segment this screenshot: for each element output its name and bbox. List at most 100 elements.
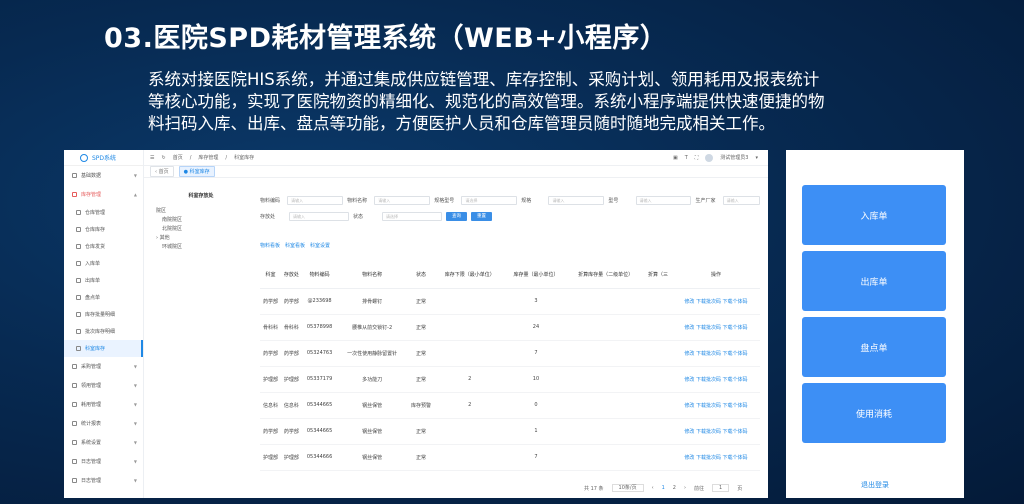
table-cell: 正常 xyxy=(407,340,435,367)
column-header: 存放处 xyxy=(280,262,302,289)
menu-label: 批次库存明细 xyxy=(85,329,116,335)
goto-input[interactable]: 1 xyxy=(712,484,730,492)
menu-logs-2[interactable]: 日志管理 ▼ xyxy=(64,471,143,490)
filter-label: 物料名称 xyxy=(347,197,368,204)
menu-consumption[interactable]: 耗用管理 ▼ xyxy=(64,395,143,414)
table-cell: 05378998 xyxy=(301,314,338,341)
link-material-board[interactable]: 物料看板 xyxy=(260,242,280,249)
table-cell: 骨科科 xyxy=(280,314,302,341)
inbound-button[interactable]: 入库单 xyxy=(802,185,946,245)
app-logo[interactable]: SPD系统 xyxy=(64,150,143,166)
table-cell: 2 xyxy=(434,392,505,419)
breadcrumb-sep: / xyxy=(225,154,228,161)
table-cell: 05324763 xyxy=(301,340,338,367)
list-icon xyxy=(76,346,81,351)
status-select[interactable]: 请选择 xyxy=(382,211,442,221)
menu-batch-detail[interactable]: 库存批量明细 xyxy=(64,306,143,323)
page-1[interactable]: 1 xyxy=(662,485,665,491)
tree-node[interactable]: 院区 xyxy=(156,207,246,216)
row-actions[interactable]: 修改 下载批次码 下载个体码 xyxy=(671,366,760,393)
prev-page-icon[interactable]: ‹ xyxy=(652,485,654,491)
font-size-icon[interactable]: T xyxy=(685,155,688,161)
collapse-icon[interactable]: ☰ xyxy=(150,155,154,161)
tree-node[interactable]: 北院院区 xyxy=(156,225,246,234)
link-dept-settings[interactable]: 科室设置 xyxy=(310,242,330,249)
tab-dept-stock[interactable]: ● 科室库存 xyxy=(178,166,215,177)
menu-label: 仓库库存 xyxy=(85,227,106,233)
chevron-down-icon: ▼ xyxy=(133,364,137,369)
outbound-button[interactable]: 出库单 xyxy=(802,251,946,311)
logout-link[interactable]: 退出登录 xyxy=(786,480,964,490)
menu-icon xyxy=(72,364,77,369)
menu-reports[interactable]: 统计报表 ▼ xyxy=(64,414,143,433)
menu-inbound[interactable]: 入库单 xyxy=(64,255,143,272)
chevron-down-icon: ▼ xyxy=(133,402,137,407)
tree-node-expandable[interactable]: › 其他 xyxy=(156,234,246,243)
page-size-select[interactable]: 10条/页 xyxy=(611,484,644,492)
spec-input[interactable]: 请输入 xyxy=(548,195,605,205)
table-row: 信息科 信息科 05344665 钢丝保管 库存预警 2 0 修改 下载批次码 下载个体码 xyxy=(260,392,760,419)
table-cell: 05344666 xyxy=(301,444,338,471)
location-input[interactable]: 请输入 xyxy=(289,211,349,221)
row-actions[interactable]: 修改 下载批次码 下载个体码 xyxy=(671,418,760,445)
refresh-icon[interactable]: ↻ xyxy=(161,155,165,161)
model-input[interactable]: 请输入 xyxy=(635,195,692,205)
tab-home[interactable]: ‹ 首页 xyxy=(150,166,174,177)
row-actions[interactable]: 修改 下载批次码 下载个体码 xyxy=(671,444,760,471)
filter-label: 存放处 xyxy=(260,213,276,220)
menu-purchase[interactable]: 采购管理 ▼ xyxy=(64,357,143,376)
menu-label: 采购管理 xyxy=(81,364,102,370)
menu-outbound[interactable]: 出库单 xyxy=(64,272,143,289)
row-actions[interactable]: 修改 下载批次码 下载个体码 xyxy=(671,288,760,315)
row-actions[interactable]: 修改 下载批次码 下载个体码 xyxy=(671,314,760,341)
next-page-icon[interactable]: › xyxy=(684,485,686,491)
list-icon xyxy=(76,329,81,334)
avatar[interactable] xyxy=(705,153,714,162)
tree-node[interactable]: 环城院区 xyxy=(156,243,246,252)
screenshot-icon[interactable]: ▣ xyxy=(673,155,678,161)
search-button[interactable]: 查询 xyxy=(446,211,467,221)
breadcrumb-home[interactable]: 首页 xyxy=(173,154,183,161)
stocktake-button[interactable]: 盘点单 xyxy=(802,317,946,377)
menu-requisition[interactable]: 领用管理 ▼ xyxy=(64,376,143,395)
table-cell: 1 xyxy=(504,418,568,445)
table-cell: 一次性使用静脉留置针 xyxy=(337,340,408,367)
spec-model-select[interactable]: 请选择 xyxy=(461,195,518,205)
chevron-up-icon: ▲ xyxy=(133,192,137,197)
reset-button[interactable]: 重置 xyxy=(471,211,492,221)
row-actions[interactable]: 修改 下载批次码 下载个体码 xyxy=(671,340,760,367)
page-2[interactable]: 2 xyxy=(673,485,676,491)
user-name[interactable]: 测试管理员3 xyxy=(720,154,748,161)
breadcrumb-inventory[interactable]: 库存管理 xyxy=(198,154,218,161)
menu-logs[interactable]: 日志管理 ▼ xyxy=(64,452,143,471)
total-count: 共 17 条 xyxy=(584,485,604,492)
link-dept-board[interactable]: 科室看板 xyxy=(285,242,305,249)
material-code-input[interactable]: 请输入 xyxy=(287,195,344,205)
chevron-down-icon: ▼ xyxy=(133,459,137,464)
menu-icon xyxy=(72,192,77,197)
table-cell: 多功能刀 xyxy=(337,366,408,393)
gear-icon xyxy=(72,440,77,445)
menu-dept-stock[interactable]: 科室库存 xyxy=(64,340,143,357)
menu-warehouse[interactable]: 仓库管理 xyxy=(64,204,143,221)
tree-node[interactable]: 南院院区 xyxy=(156,216,246,225)
manufacturer-input[interactable]: 请输入 xyxy=(722,195,761,205)
chevron-down-icon[interactable]: ▾ xyxy=(755,155,758,161)
menu-settings[interactable]: 系统设置 ▼ xyxy=(64,433,143,452)
table-cell xyxy=(644,392,672,419)
table-cell: 正常 xyxy=(407,366,435,393)
table-cell: 护理部 xyxy=(260,366,281,393)
row-actions[interactable]: 修改 下载批次码 下载个体码 xyxy=(671,392,760,419)
menu-inventory[interactable]: 库存管理 ▲ xyxy=(64,185,143,204)
menu-warehouse-stock[interactable]: 仓库库存 xyxy=(64,221,143,238)
menu-basic-data[interactable]: 基础数据 ▼ xyxy=(64,166,143,185)
menu-warehouse-ship[interactable]: 仓库发货 xyxy=(64,238,143,255)
menu-lot-detail[interactable]: 批次库存明细 xyxy=(64,323,143,340)
menu-label: 出库单 xyxy=(85,278,101,284)
fullscreen-icon[interactable]: ⛶ xyxy=(695,155,699,161)
table-cell xyxy=(567,288,645,315)
consume-button[interactable]: 使用消耗 xyxy=(802,383,946,443)
menu-stocktake[interactable]: 盘点单 xyxy=(64,289,143,306)
table-row: 药学部 药学部 05344665 钢丝保管 正常 1 修改 下载批次码 下载个体码 xyxy=(260,418,760,445)
material-name-input[interactable]: 请输入 xyxy=(374,195,431,205)
